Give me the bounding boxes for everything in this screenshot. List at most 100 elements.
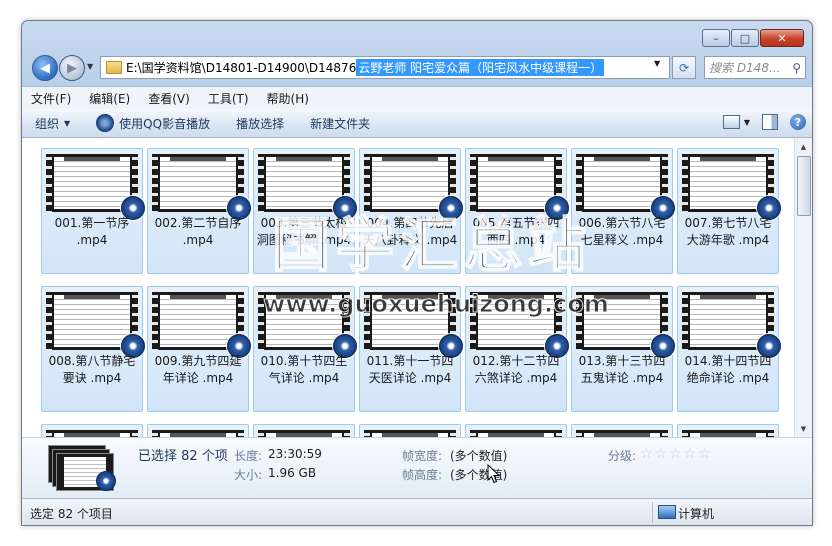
file-name-line1: 007.第七节八宅 — [684, 216, 772, 230]
arrow-right-icon: ▶ — [67, 60, 77, 76]
menu-help[interactable]: 帮助(H) — [258, 90, 318, 107]
file-tile[interactable]: 002.第二节自序 .mp4 — [147, 148, 251, 274]
file-name-line2: .mp4 — [182, 233, 214, 247]
help-icon[interactable]: ? — [790, 114, 806, 130]
explorer-window: – □ ✕ ◀ ▶ ▼ E:\国学资料馆\D14801-D14900\D1487… — [21, 20, 813, 526]
file-name: 008.第八节静宅 要诀 .mp4 — [44, 353, 140, 387]
star-icon[interactable]: ☆ — [698, 446, 711, 462]
address-bar[interactable]: E:\国学资料馆\D14801-D14900\D14876 云野老师 阳宅爱众篇… — [100, 56, 670, 79]
address-path: E:\国学资料馆\D14801-D14900\D14876 — [126, 61, 357, 75]
file-tile[interactable] — [41, 424, 143, 437]
frame-width-value: (多个数值) — [450, 449, 508, 463]
details-pane: 已选择 82 个项 长度: 23:30:59 大小: 1.96 GB 帧宽度: … — [22, 437, 812, 498]
vertical-scrollbar[interactable]: ▲ ▼ — [794, 138, 812, 437]
chevron-down-icon[interactable]: ▼ — [744, 118, 750, 127]
file-tile[interactable] — [571, 424, 673, 437]
chevron-down-icon: ▼ — [64, 118, 71, 128]
search-box[interactable]: 搜索 D148... ⚲ — [704, 56, 806, 79]
length-value: 23:30:59 — [268, 447, 322, 461]
play-with-qq-button[interactable]: 使用QQ影音播放 — [83, 114, 223, 132]
watermark-url: www.guoxuehuizong.com — [263, 290, 610, 319]
change-view-icon[interactable] — [722, 115, 740, 129]
file-name-line1: 009.第九节四延 — [154, 354, 242, 368]
file-name-line2: 绝命详论 .mp4 — [686, 371, 770, 385]
file-name-line1: 002.第二节自序 — [154, 216, 242, 230]
file-name: 007.第七节八宅 大游年歌 .mp4 — [680, 215, 776, 249]
file-tile[interactable] — [253, 424, 355, 437]
menu-bar: 文件(F) 编辑(E) 查看(V) 工具(T) 帮助(H) — [22, 86, 812, 109]
refresh-button[interactable]: ⟳ — [672, 56, 696, 79]
maximize-button[interactable]: □ — [731, 29, 759, 47]
preview-pane-icon[interactable] — [762, 114, 778, 130]
file-tile[interactable] — [465, 424, 567, 437]
file-name-line1: 014.第十四节四 — [684, 354, 772, 368]
video-thumbnail — [258, 430, 350, 437]
watermark-text: 国学汇总站 — [271, 210, 592, 280]
organize-button[interactable]: 组织 ▼ — [22, 115, 83, 132]
back-button[interactable]: ◀ — [32, 55, 58, 81]
status-divider — [652, 502, 653, 523]
toolbar-right: ▼ ? — [722, 114, 806, 130]
frame-height-label: 帧高度: — [402, 468, 443, 482]
file-name-line2: 气详论 .mp4 — [268, 371, 340, 385]
scroll-up-icon[interactable]: ▲ — [796, 139, 811, 154]
file-tile[interactable]: 007.第七节八宅 大游年歌 .mp4 — [677, 148, 781, 274]
file-name-line1: 012.第十二节四 — [472, 354, 560, 368]
video-thumbnail — [46, 430, 138, 437]
minimize-button[interactable]: – — [702, 29, 730, 47]
file-name-line1: 001.第一节序 — [54, 216, 130, 230]
file-name: 001.第一节序 .mp4 — [44, 215, 140, 249]
menu-view[interactable]: 查看(V) — [139, 90, 199, 107]
star-icon[interactable]: ☆ — [684, 446, 697, 462]
qq-player-icon — [96, 471, 116, 491]
scrollbar-thumb[interactable] — [797, 156, 811, 216]
file-name-line2: 大游年歌 .mp4 — [686, 233, 770, 247]
search-input[interactable]: 搜索 D148... — [705, 59, 792, 76]
file-name: 011.第十一节四 天医详论 .mp4 — [362, 353, 458, 387]
status-bar: 选定 82 个项目 计算机 — [22, 498, 812, 525]
video-thumbnail — [576, 430, 668, 437]
rating-stars[interactable]: ☆ ☆ ☆ ☆ ☆ — [640, 446, 711, 462]
file-tile[interactable]: 001.第一节序 .mp4 — [41, 148, 145, 274]
forward-button[interactable]: ▶ — [59, 55, 85, 81]
file-tile[interactable]: 009.第九节四延 年详论 .mp4 — [147, 286, 251, 412]
close-button[interactable]: ✕ — [760, 29, 804, 47]
file-name-line2: 年详论 .mp4 — [162, 371, 234, 385]
folder-icon — [106, 61, 122, 74]
file-tile[interactable] — [677, 424, 779, 437]
file-tile[interactable] — [147, 424, 249, 437]
video-thumbnail — [682, 430, 774, 437]
star-icon[interactable]: ☆ — [669, 446, 682, 462]
file-name-line2: 天医详论 .mp4 — [368, 371, 452, 385]
play-selection-button[interactable]: 播放选择 — [223, 115, 297, 132]
search-icon[interactable]: ⚲ — [792, 61, 801, 75]
address-dropdown[interactable]: ▼ — [654, 59, 660, 68]
length-label: 长度: — [234, 449, 263, 463]
play-with-qq-label: 使用QQ影音播放 — [119, 116, 211, 131]
file-name-line1: 013.第十三节四 — [578, 354, 666, 368]
recent-pages-dropdown[interactable]: ▼ — [87, 62, 93, 71]
file-name-line2: 五鬼详论 .mp4 — [580, 371, 664, 385]
size-value: 1.96 GB — [268, 466, 317, 480]
file-tile[interactable]: 008.第八节静宅 要诀 .mp4 — [41, 286, 145, 412]
scroll-down-icon[interactable]: ▼ — [796, 421, 811, 436]
file-name-line2: 六煞详论 .mp4 — [474, 371, 558, 385]
menu-file[interactable]: 文件(F) — [22, 90, 80, 107]
menu-tools[interactable]: 工具(T) — [199, 90, 258, 107]
file-tile[interactable]: 014.第十四节四 绝命详论 .mp4 — [677, 286, 781, 412]
video-thumbnail — [152, 430, 244, 437]
organize-label: 组织 — [35, 116, 60, 131]
frame-width-label: 帧宽度: — [402, 449, 443, 463]
star-icon[interactable]: ☆ — [640, 446, 653, 462]
qq-player-icon — [96, 114, 115, 132]
menu-edit[interactable]: 编辑(E) — [80, 90, 139, 107]
new-folder-button[interactable]: 新建文件夹 — [297, 115, 383, 132]
star-icon[interactable]: ☆ — [655, 446, 668, 462]
file-list: 001.第一节序 .mp4 002.第二节自序 .mp4 003.第三节太极 洞图秘书解 … — [22, 138, 812, 437]
size-label: 大小: — [234, 468, 263, 482]
file-name: 013.第十三节四 五鬼详论 .mp4 — [574, 353, 670, 387]
file-name-line1: 010.第十节四生 — [260, 354, 348, 368]
file-tile[interactable] — [359, 424, 461, 437]
address-selected-text: 云野老师 阳宅爱众篇（阳宅风水中级课程一） — [356, 59, 605, 76]
status-selection-text: 选定 82 个项目 — [30, 507, 113, 521]
